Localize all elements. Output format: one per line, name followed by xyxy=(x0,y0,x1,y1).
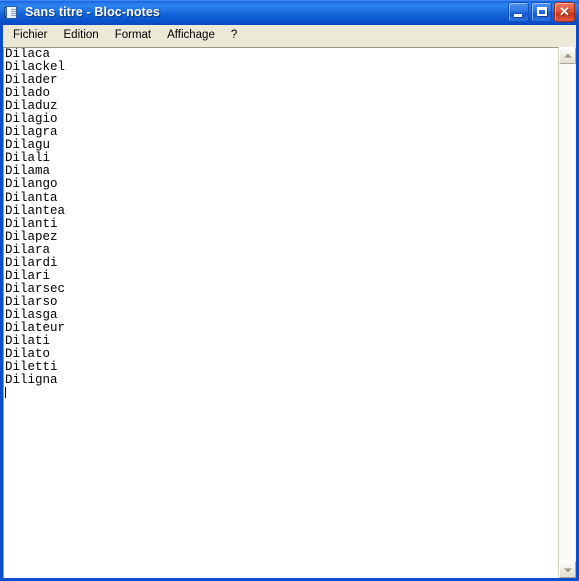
editor-line: Dilango xyxy=(5,177,58,192)
editor-line: Dilantea xyxy=(5,203,66,218)
editor-line: Dilara xyxy=(5,242,51,257)
window-controls: ✕ xyxy=(508,2,575,22)
maximize-button[interactable] xyxy=(531,2,552,22)
editor-line: Dilaca xyxy=(5,48,51,61)
editor-line: Dilanti xyxy=(5,216,58,231)
editor-line: Dilato xyxy=(5,347,51,362)
editor-line: Dilagra xyxy=(5,125,58,140)
title-bar[interactable]: Sans titre - Bloc-notes ✕ xyxy=(0,0,579,25)
editor-line: Dilardi xyxy=(5,255,58,270)
scroll-down-arrow-icon xyxy=(563,567,572,572)
editor-text[interactable]: Dilaca Dilackel Dilader Dilado Diladuz Dilagi… xyxy=(5,48,558,578)
minimize-icon xyxy=(514,14,522,17)
editor-line: Dilasga xyxy=(5,307,58,322)
minimize-button[interactable] xyxy=(508,2,529,22)
vertical-scrollbar[interactable] xyxy=(558,47,576,578)
editor-line: Diladuz xyxy=(5,99,58,114)
editor-line: Dilado xyxy=(5,86,51,101)
editor-line: Dilateur xyxy=(5,320,66,335)
menu-item-format[interactable]: Format xyxy=(107,26,159,45)
menu-item-fichier[interactable]: Fichier xyxy=(5,26,56,45)
editor-line: Dilari xyxy=(5,268,51,283)
scroll-up-button[interactable] xyxy=(559,47,576,64)
menu-item-help[interactable]: ? xyxy=(223,26,245,45)
text-caret xyxy=(5,387,6,399)
editor-line: Dilati xyxy=(5,334,51,349)
editor-caret-line xyxy=(5,387,558,400)
client-area: Dilaca Dilackel Dilader Dilado Diladuz Dilagi… xyxy=(3,46,576,578)
notepad-window: Sans titre - Bloc-notes ✕ Fichier Editio… xyxy=(0,0,579,581)
editor-line: Dilali xyxy=(5,151,51,166)
editor-line: Dilanta xyxy=(5,190,58,205)
editor-line: Dilagio xyxy=(5,112,58,127)
editor-line: Dilagu xyxy=(5,138,51,153)
menu-bar: Fichier Edition Format Affichage ? xyxy=(3,25,576,46)
editor-line: Dilarsec xyxy=(5,281,66,296)
close-button[interactable]: ✕ xyxy=(554,2,575,22)
editor-line: Dilackel xyxy=(5,60,66,75)
editor-line: Dilapez xyxy=(5,229,58,244)
editor-line: Diligna xyxy=(5,373,58,388)
text-editor[interactable]: Dilaca Dilackel Dilader Dilado Diladuz Dilagi… xyxy=(3,47,558,578)
close-icon: ✕ xyxy=(559,4,570,19)
notepad-icon xyxy=(4,5,20,21)
scrollbar-track[interactable] xyxy=(559,64,576,561)
editor-line: Dilader xyxy=(5,73,58,88)
editor-line: Diletti xyxy=(5,360,58,375)
maximize-icon xyxy=(537,7,547,16)
menu-item-edition[interactable]: Edition xyxy=(56,26,107,45)
window-title: Sans titre - Bloc-notes xyxy=(25,5,160,19)
editor-line: Dilarso xyxy=(5,294,58,309)
editor-line: Dilama xyxy=(5,164,51,179)
menu-item-affichage[interactable]: Affichage xyxy=(159,26,223,45)
scroll-down-button[interactable] xyxy=(559,561,576,578)
scroll-up-arrow-icon xyxy=(563,53,572,58)
